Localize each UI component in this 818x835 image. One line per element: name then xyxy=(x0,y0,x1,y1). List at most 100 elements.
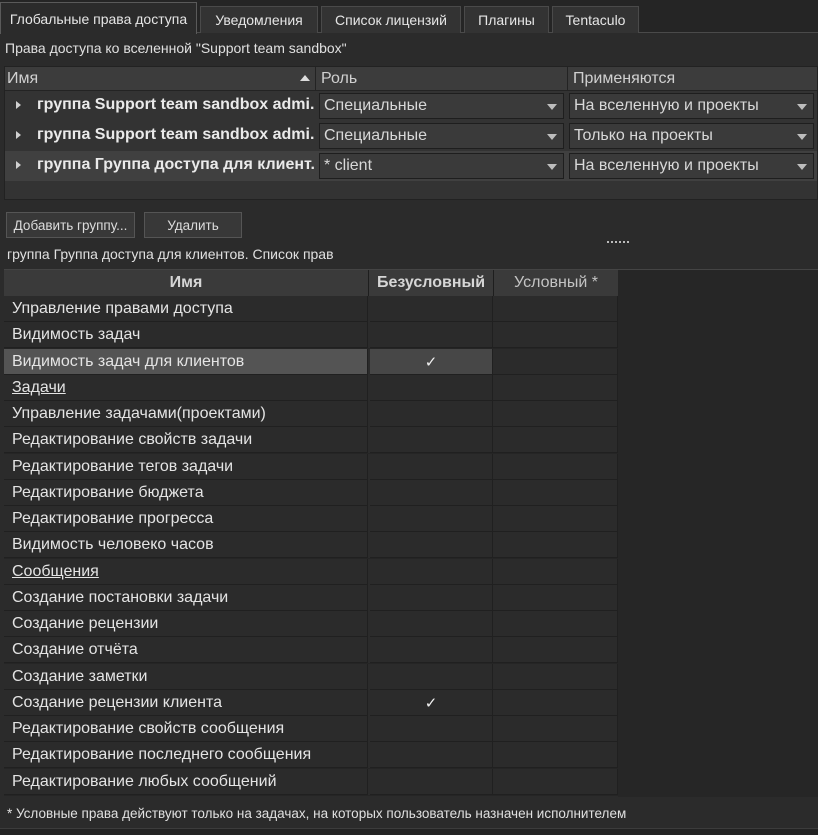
rights-row[interactable]: Видимость задач для клиентов ✓ xyxy=(4,348,618,375)
unconditional-checkbox[interactable] xyxy=(370,663,493,690)
rights-row[interactable]: Создание постановки задачи xyxy=(4,584,618,611)
unconditional-checkbox[interactable] xyxy=(370,453,493,480)
right-name-cell[interactable]: Редактирование тегов задачи xyxy=(4,453,368,480)
conditional-checkbox[interactable] xyxy=(493,637,618,664)
column-header-applies[interactable]: Применяются xyxy=(567,67,818,91)
right-name-cell[interactable]: Редактирование свойств задачи xyxy=(4,427,368,454)
conditional-checkbox[interactable] xyxy=(493,401,618,427)
unconditional-checkbox[interactable]: ✓ xyxy=(370,348,493,375)
conditional-checkbox[interactable] xyxy=(493,348,618,375)
role-dropdown[interactable]: * client xyxy=(319,153,564,179)
right-name-cell[interactable]: Редактирование бюджета xyxy=(4,479,368,506)
right-name-cell[interactable]: Редактирование любых сообщений xyxy=(4,768,368,795)
column-header-name[interactable]: Имя xyxy=(5,67,315,91)
tab-global-access-rights[interactable]: Глобальные права доступа xyxy=(0,2,197,34)
expand-arrow-icon[interactable] xyxy=(16,161,21,169)
group-row-selected[interactable]: группа Группа доступа для клиент... * cl… xyxy=(5,151,817,181)
rights-row[interactable]: Редактирование свойств сообщения xyxy=(4,716,618,742)
right-name-cell[interactable]: Создание заметки xyxy=(4,663,368,690)
right-name-cell[interactable]: Создание рецензии xyxy=(4,611,368,637)
right-name-cell[interactable]: Видимость задач для клиентов xyxy=(4,348,368,375)
rights-section-row[interactable]: Сообщения xyxy=(4,558,618,585)
applies-dropdown[interactable]: Только на проекты xyxy=(569,123,814,149)
unconditional-checkbox[interactable] xyxy=(370,506,493,532)
unconditional-checkbox[interactable] xyxy=(370,637,493,664)
conditional-checkbox[interactable] xyxy=(493,716,618,742)
rights-section-row[interactable]: Задачи xyxy=(4,374,618,401)
unconditional-checkbox[interactable] xyxy=(370,374,493,401)
unconditional-checkbox[interactable] xyxy=(370,322,493,349)
column-header-name[interactable]: Имя xyxy=(4,270,368,296)
applies-dropdown[interactable]: На вселенную и проекты xyxy=(569,93,814,119)
conditional-checkbox[interactable] xyxy=(493,663,618,690)
rights-row[interactable]: Редактирование прогресса xyxy=(4,506,618,532)
applies-dropdown[interactable]: На вселенную и проекты xyxy=(569,153,814,179)
right-name-cell[interactable]: Редактирование последнего сообщения xyxy=(4,742,368,769)
rights-row[interactable]: Создание рецензии клиента ✓ xyxy=(4,689,618,716)
conditional-checkbox[interactable] xyxy=(493,558,618,585)
right-name-cell[interactable]: Создание рецензии клиента xyxy=(4,689,368,716)
expand-arrow-icon[interactable] xyxy=(16,131,21,139)
rights-row[interactable]: Создание рецензии xyxy=(4,611,618,637)
column-header-unconditional[interactable]: Безусловный xyxy=(368,270,493,296)
rights-row[interactable]: Создание отчёта xyxy=(4,637,618,664)
right-name-cell[interactable]: Задачи xyxy=(4,374,368,401)
rights-row[interactable]: Редактирование последнего сообщения xyxy=(4,742,618,769)
unconditional-checkbox[interactable] xyxy=(370,716,493,742)
column-header-role[interactable]: Роль xyxy=(315,67,567,91)
rights-row[interactable]: Создание заметки xyxy=(4,663,618,690)
right-name-cell[interactable]: Создание постановки задачи xyxy=(4,584,368,611)
group-row[interactable]: группа Support team sandbox admi... Спец… xyxy=(5,91,817,121)
conditional-checkbox[interactable] xyxy=(493,506,618,532)
rights-row[interactable]: Управление задачами(проектами) xyxy=(4,401,618,427)
rights-row[interactable]: Редактирование любых сообщений xyxy=(4,768,618,795)
unconditional-checkbox[interactable] xyxy=(370,584,493,611)
tab-notifications[interactable]: Уведомления xyxy=(200,6,318,33)
unconditional-checkbox[interactable]: ✓ xyxy=(370,689,493,716)
conditional-checkbox[interactable] xyxy=(493,427,618,454)
conditional-checkbox[interactable] xyxy=(493,584,618,611)
conditional-checkbox[interactable] xyxy=(493,689,618,716)
unconditional-checkbox[interactable] xyxy=(370,532,493,559)
right-name-cell[interactable]: Видимость человеко часов xyxy=(4,532,368,559)
rights-row[interactable]: Управление правами доступа xyxy=(4,296,618,322)
rights-row[interactable]: Редактирование тегов задачи xyxy=(4,453,618,480)
conditional-checkbox[interactable] xyxy=(493,453,618,480)
column-header-conditional[interactable]: Условный * xyxy=(493,270,618,296)
right-name-cell[interactable]: Редактирование свойств сообщения xyxy=(4,716,368,742)
delete-button[interactable]: Удалить xyxy=(144,212,242,238)
expand-arrow-icon[interactable] xyxy=(16,101,21,109)
unconditional-checkbox[interactable] xyxy=(370,427,493,454)
unconditional-checkbox[interactable] xyxy=(370,296,493,322)
right-name-cell[interactable]: Редактирование прогресса xyxy=(4,506,368,532)
conditional-checkbox[interactable] xyxy=(493,322,618,349)
tab-license-list[interactable]: Список лицензий xyxy=(321,6,461,33)
tab-plugins[interactable]: Плагины xyxy=(464,6,549,33)
tab-tentaculo[interactable]: Tentaculo xyxy=(552,6,639,33)
conditional-checkbox[interactable] xyxy=(493,742,618,769)
rights-row[interactable]: Редактирование свойств задачи xyxy=(4,427,618,454)
rights-row[interactable]: Редактирование бюджета xyxy=(4,479,618,506)
conditional-checkbox[interactable] xyxy=(493,479,618,506)
unconditional-checkbox[interactable] xyxy=(370,768,493,795)
unconditional-checkbox[interactable] xyxy=(370,558,493,585)
right-name-cell[interactable]: Создание отчёта xyxy=(4,637,368,664)
unconditional-checkbox[interactable] xyxy=(370,742,493,769)
conditional-checkbox[interactable] xyxy=(493,611,618,637)
right-name-cell[interactable]: Управление правами доступа xyxy=(4,296,368,322)
rights-row[interactable]: Видимость задач xyxy=(4,322,618,349)
role-dropdown[interactable]: Специальные xyxy=(319,93,564,119)
unconditional-checkbox[interactable] xyxy=(370,479,493,506)
conditional-checkbox[interactable] xyxy=(493,374,618,401)
unconditional-checkbox[interactable] xyxy=(370,401,493,427)
right-name-cell[interactable]: Управление задачами(проектами) xyxy=(4,401,368,427)
right-name-cell[interactable]: Видимость задач xyxy=(4,322,368,349)
right-name-cell[interactable]: Сообщения xyxy=(4,558,368,585)
rights-row[interactable]: Видимость человеко часов xyxy=(4,532,618,559)
unconditional-checkbox[interactable] xyxy=(370,611,493,637)
group-row[interactable]: группа Support team sandbox admi... Спец… xyxy=(5,121,817,151)
role-dropdown[interactable]: Специальные xyxy=(319,123,564,149)
add-group-button[interactable]: Добавить группу... xyxy=(6,212,135,238)
conditional-checkbox[interactable] xyxy=(493,532,618,559)
conditional-checkbox[interactable] xyxy=(493,768,618,795)
